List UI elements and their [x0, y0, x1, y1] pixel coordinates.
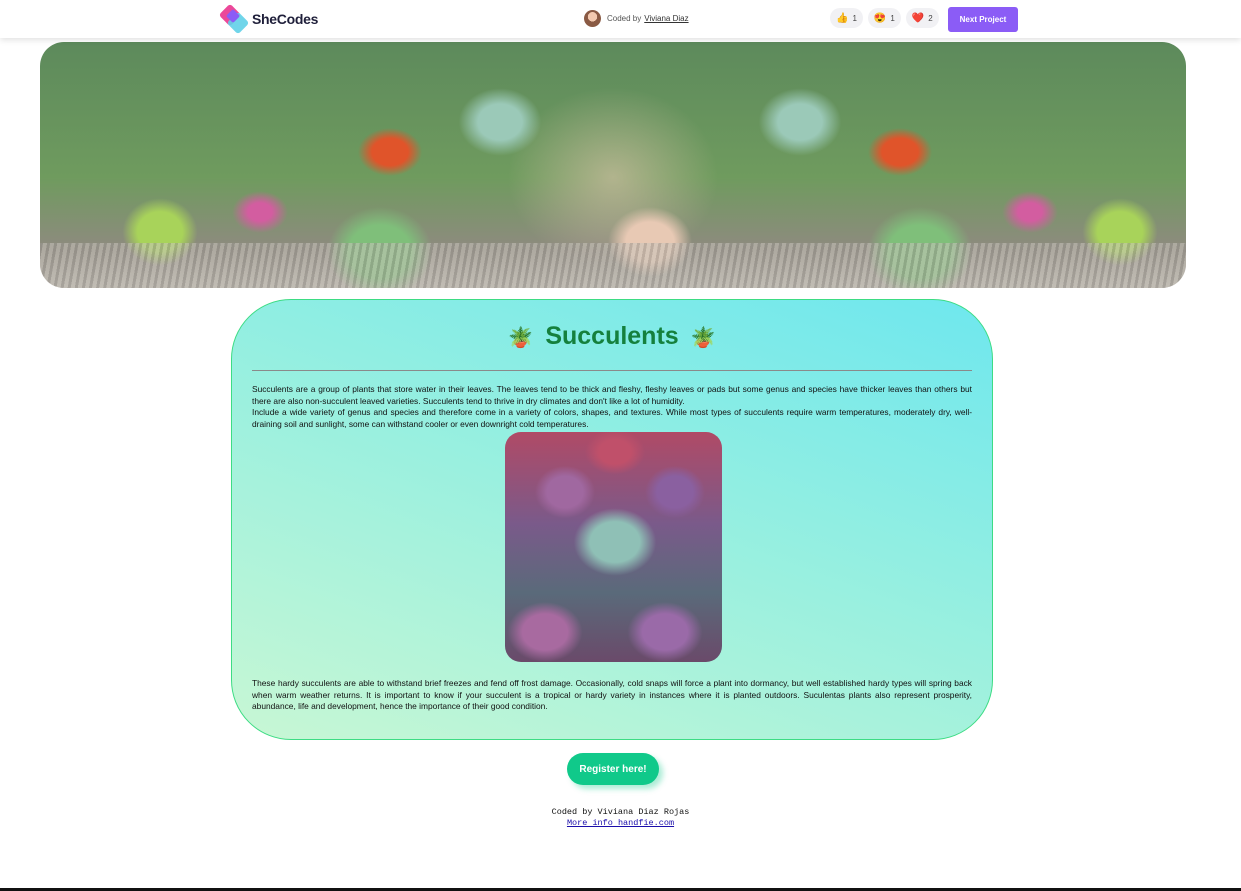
coder-link[interactable]: Viviana Diaz — [644, 14, 688, 23]
reaction-thumbs-up[interactable]: 👍 1 — [830, 8, 863, 28]
top-bar: SheCodes Coded by Viviana Diaz 👍 1 😍 1 ❤… — [0, 0, 1241, 38]
page-title: 🪴 Succulents 🪴 — [232, 322, 992, 351]
title-text: Succulents — [545, 322, 679, 350]
potted-plant-icon: 🪴 — [690, 327, 716, 349]
avatar — [584, 10, 601, 27]
reaction-count: 1 — [852, 13, 857, 23]
intro-paragraph: Succulents are a group of plants that st… — [252, 384, 972, 430]
footer-link-row: More info handfie.com — [0, 818, 1241, 828]
succulents-card: 🪴 Succulents 🪴 Succulents are a group of p… — [231, 299, 993, 740]
more-info-link[interactable]: More info handfie.com — [567, 818, 674, 828]
coded-by-label: Coded by — [607, 14, 642, 23]
next-project-button[interactable]: Next Project — [948, 7, 1018, 32]
succulents-photo — [505, 432, 722, 662]
succulents-banner-image — [40, 42, 1186, 288]
intro-line-1: Succulents are a group of plants that st… — [252, 384, 972, 406]
reaction-heart-eyes[interactable]: 😍 1 — [867, 8, 901, 28]
coded-by: Coded by Viviana Diaz — [584, 10, 689, 27]
shecodes-logo[interactable]: SheCodes — [218, 3, 319, 35]
potted-plant-icon: 🪴 — [508, 327, 534, 349]
intro-line-2: Include a wide variety of genus and spec… — [252, 407, 972, 429]
heart-eyes-icon: 😍 — [873, 12, 887, 24]
register-button[interactable]: Register here! — [567, 753, 659, 785]
shecodes-logo-icon — [218, 3, 250, 35]
divider — [252, 370, 972, 371]
thumbs-up-icon: 👍 — [836, 12, 849, 24]
heart-icon: ❤️ — [911, 12, 925, 24]
brand-name: SheCodes — [252, 11, 319, 27]
reaction-count: 2 — [928, 13, 933, 23]
footer-credit: Coded by Viviana Diaz Rojas — [551, 807, 690, 817]
reaction-heart[interactable]: ❤️ 2 — [905, 8, 939, 28]
reactions: 👍 1 😍 1 ❤️ 2 — [830, 8, 939, 28]
hardy-paragraph: These hardy succulents are able to withs… — [252, 678, 972, 711]
reaction-count: 1 — [890, 13, 895, 23]
